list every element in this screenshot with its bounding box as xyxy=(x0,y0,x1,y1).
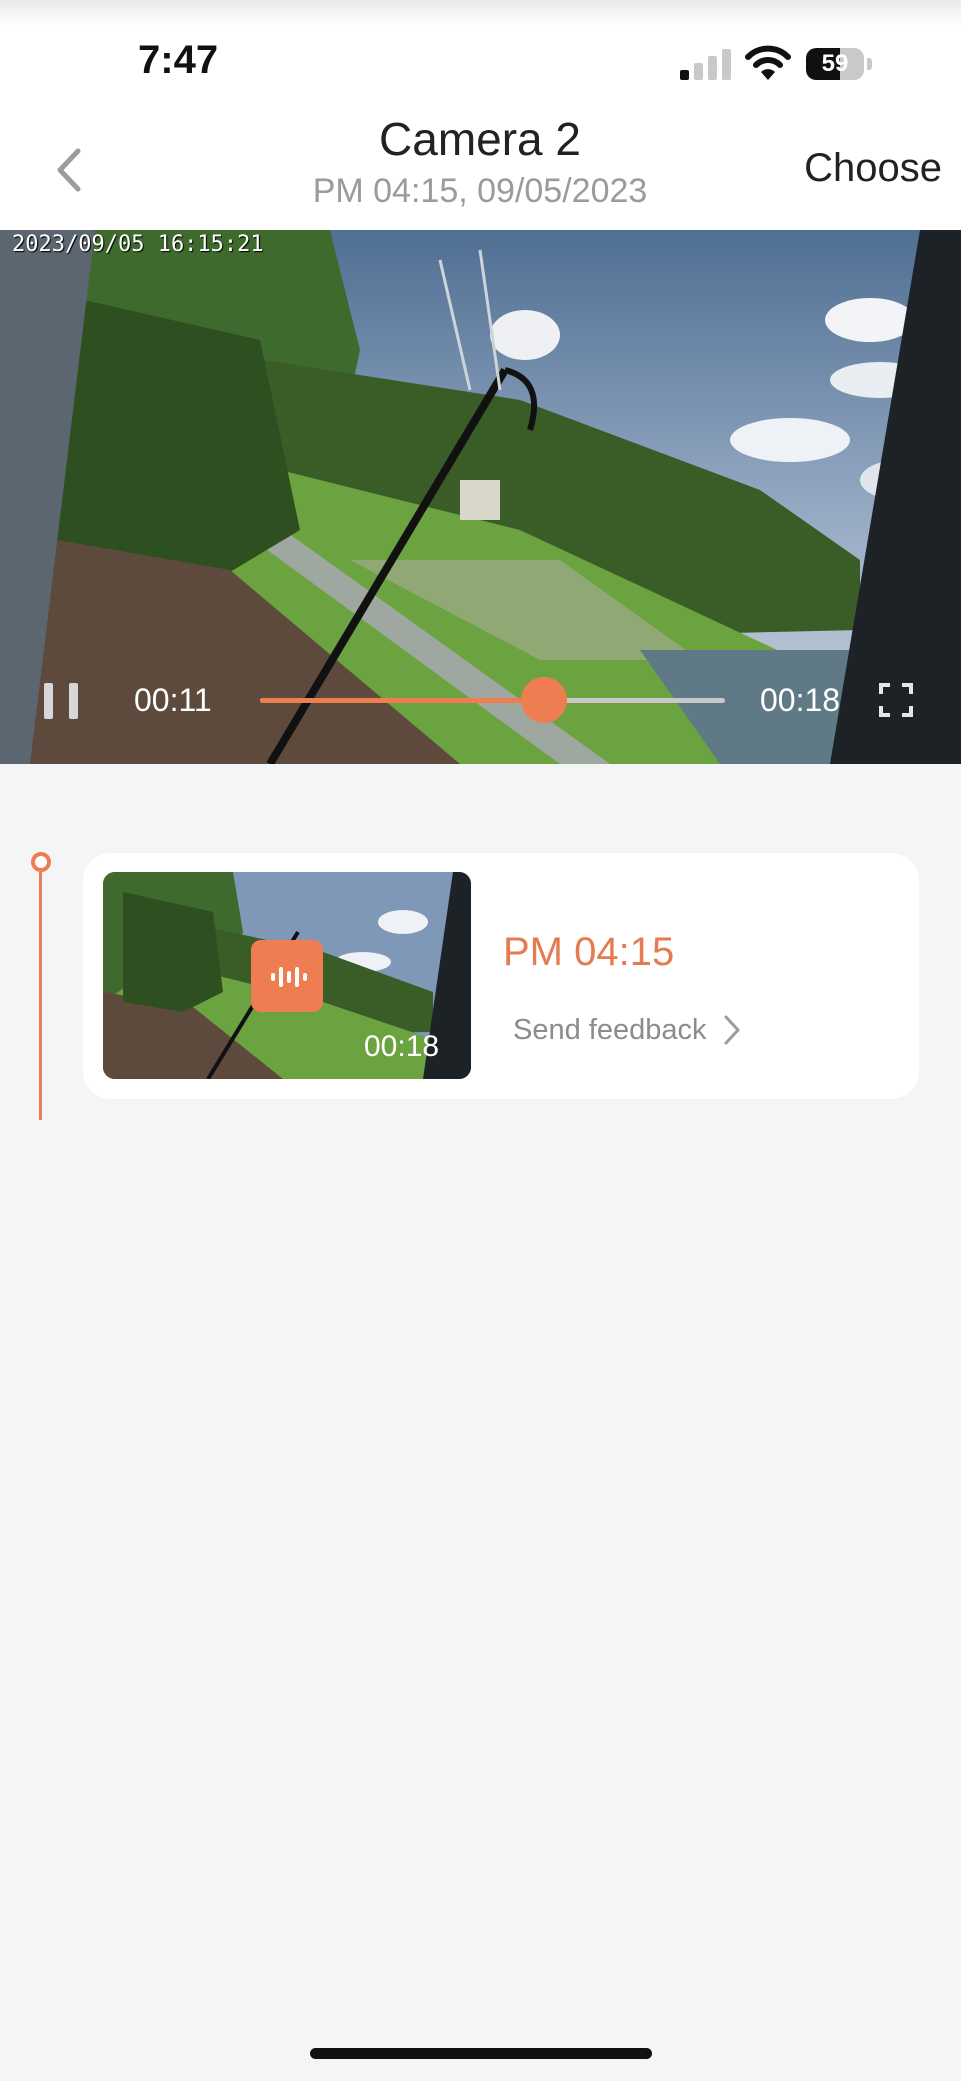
page-title: Camera 2 xyxy=(379,113,581,165)
wifi-icon xyxy=(745,45,791,80)
video-timestamp-overlay: 2023/09/05 16:15:21 xyxy=(12,232,264,257)
status-bar-shade xyxy=(0,0,961,26)
status-time: 7:47 xyxy=(138,38,219,82)
chevron-left-icon[interactable] xyxy=(50,145,90,195)
sound-wave-icon xyxy=(251,940,323,1012)
pause-icon[interactable] xyxy=(44,683,80,719)
progress-slider[interactable] xyxy=(260,698,725,703)
event-duration: 00:18 xyxy=(364,1030,440,1063)
page-subtitle: PM 04:15, 09/05/2023 xyxy=(312,172,648,210)
progress-fill xyxy=(260,698,544,703)
choose-button[interactable]: Choose xyxy=(760,146,942,191)
send-feedback-link[interactable]: Send feedback xyxy=(513,1014,706,1047)
battery-percent: 59 xyxy=(821,50,849,77)
total-time: 00:18 xyxy=(760,682,841,718)
progress-handle[interactable] xyxy=(520,677,567,723)
chevron-right-icon[interactable] xyxy=(722,1013,742,1047)
event-time: PM 04:15 xyxy=(503,930,675,974)
fullscreen-icon[interactable] xyxy=(878,682,914,718)
timeline-marker xyxy=(31,852,51,872)
battery-icon: 59 xyxy=(806,48,874,80)
timeline-line xyxy=(39,872,42,1120)
cellular-signal-icon xyxy=(680,48,732,80)
home-indicator[interactable] xyxy=(310,2048,652,2059)
current-time: 00:11 xyxy=(134,682,212,718)
